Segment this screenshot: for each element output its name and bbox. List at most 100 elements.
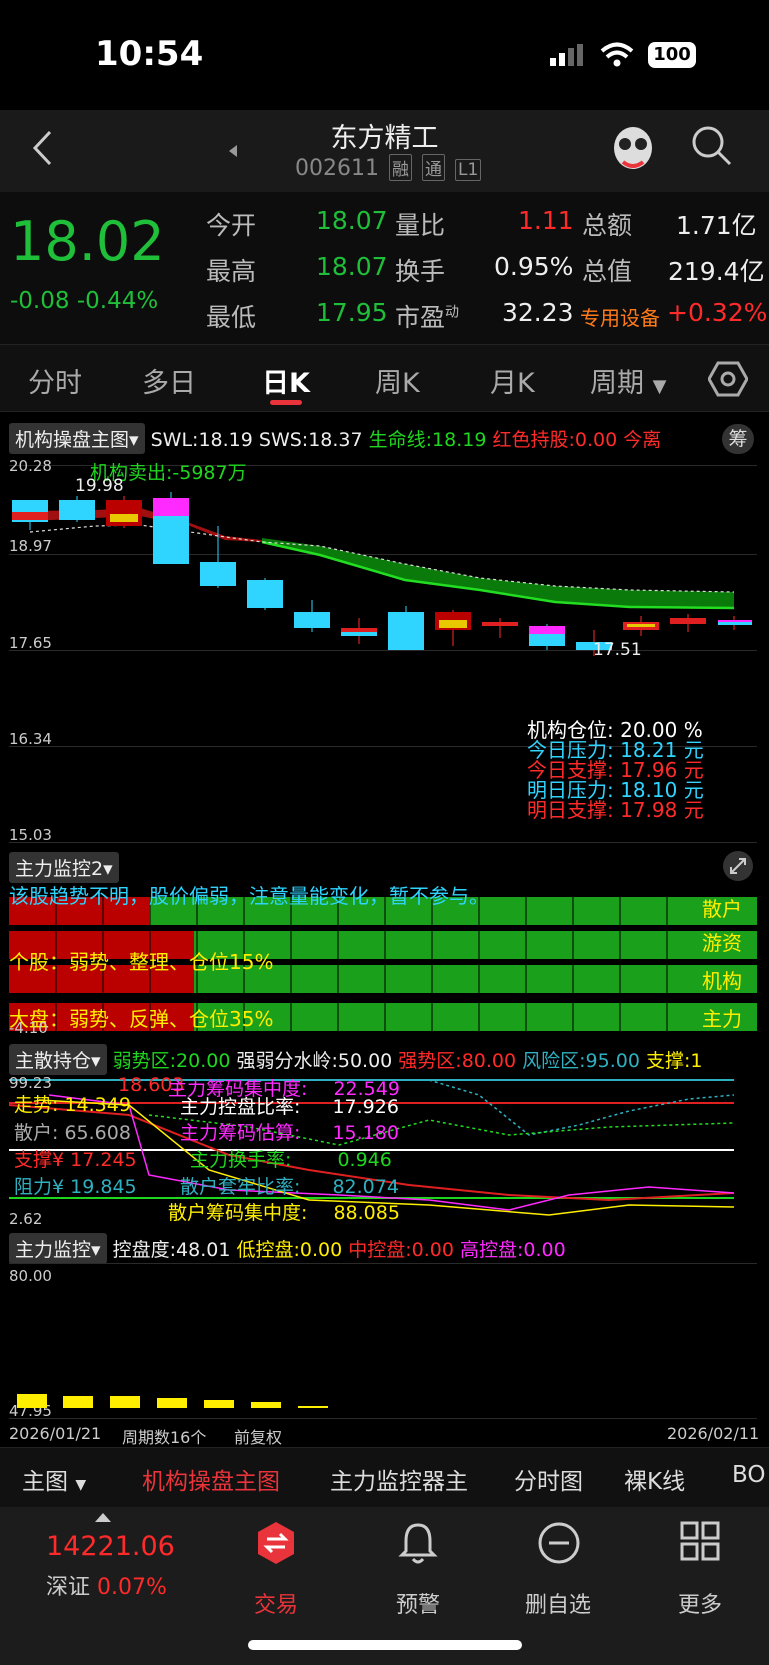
bell-icon[interactable] (398, 1521, 438, 1565)
band-label-institution: 机构 (702, 969, 742, 993)
label-open: 今开 (206, 211, 257, 240)
label-low: 最低 (206, 303, 257, 332)
high-mark: 19.98 (75, 476, 124, 496)
tab-daily-k[interactable]: 日K (262, 361, 310, 400)
monitor2-select[interactable]: 主力监控2▾ (9, 852, 119, 883)
active-tab-indicator (270, 400, 302, 405)
signal-icon (550, 44, 583, 66)
candle (294, 600, 330, 632)
dock-more[interactable]: 更多 (650, 1587, 750, 1619)
trade-icon[interactable] (256, 1521, 296, 1565)
dock-trade[interactable]: 交易 (226, 1587, 326, 1619)
main-turnover: 主力换手率: 0.946 (190, 1149, 392, 1171)
grid-icon[interactable] (680, 1521, 720, 1561)
indicator-bar: 主图 ▼ 机构操盘主图 主力监控器主 分时图 裸K线 BO (0, 1447, 769, 1508)
gridline (9, 842, 757, 843)
indicator-monitor[interactable]: 主力监控器主 (330, 1462, 468, 1496)
price-change: -0.08 -0.44% (10, 288, 159, 314)
divide-line: 强弱分水岭:50.00 (236, 1050, 393, 1072)
candle (482, 618, 518, 638)
battery-icon: 100 (648, 42, 696, 68)
strong-zone: 强势区:80.00 (398, 1050, 517, 1072)
main-chart-select[interactable]: 主图 ▼ (22, 1462, 86, 1496)
candle (59, 496, 95, 522)
sector-change[interactable]: +0.32% (667, 298, 767, 327)
holdings-y-bottom: 2.62 (9, 1210, 43, 1228)
label-pe: 市盈动 (395, 303, 460, 332)
date-end: 2026/02/11 (667, 1424, 760, 1443)
stock-header: 东方精工 002611 融 通 L1 (0, 110, 769, 192)
tab-intraday[interactable]: 分时 (28, 361, 82, 400)
retail-chip-concentration: 散户筹码集中度: 88.085 (168, 1202, 400, 1224)
value-low: 17.95 (316, 298, 388, 327)
value-high: 18.07 (316, 252, 388, 281)
search-icon[interactable] (690, 124, 734, 168)
settings-icon[interactable] (708, 361, 748, 397)
left-retail: 散户: 65.608 (14, 1122, 131, 1144)
band-label-main-force: 主力 (702, 1007, 742, 1031)
indicator-naked-k[interactable]: 裸K线 (624, 1462, 685, 1496)
expand-up-icon[interactable] (94, 1511, 112, 1523)
risk-zone: 风险区:95.00 (522, 1050, 640, 1072)
status-bar: 10:54 100 (0, 0, 769, 110)
stock-code: 002611 (295, 156, 379, 181)
sws-value: SWS:18.37 (258, 429, 363, 451)
chip-distribution-button[interactable]: 筹 (722, 424, 754, 454)
control-bar (17, 1394, 47, 1408)
stock-code-line: 002611 融 通 L1 (295, 154, 482, 181)
monitor-select[interactable]: 主力监控▾ (9, 1233, 107, 1264)
value-vol-ratio: 1.11 (518, 206, 574, 235)
indicator-intraday[interactable]: 分时图 (514, 1462, 583, 1496)
gridline (9, 1263, 757, 1264)
swl-value: SWL:18.19 (150, 429, 253, 451)
green-band (262, 538, 734, 608)
candle (435, 610, 471, 646)
period-tabs: 分时 多日 日K 周K 月K 周期 ▼ (0, 344, 769, 412)
candle (623, 616, 659, 636)
candle (670, 614, 706, 632)
adjust-mode[interactable]: 前复权 (234, 1424, 282, 1448)
left-support: 支撑¥ 17.245 (14, 1149, 137, 1171)
tag-level: L1 (454, 159, 482, 181)
indicator-boll[interactable]: BO (732, 1462, 765, 1488)
chevron-down-icon: ▼ (652, 376, 667, 397)
index-info[interactable]: 深证 0.07% (46, 1569, 167, 1601)
y-label: 16.34 (9, 730, 52, 748)
tag-connect: 通 (421, 154, 445, 181)
remove-watchlist-icon[interactable] (537, 1521, 581, 1565)
low-mark: 17.51 (593, 640, 642, 660)
left-trend: 走势: 14.349 (14, 1094, 131, 1116)
holdings-select[interactable]: 主散持仓▾ (9, 1044, 107, 1075)
tab-monthly-k[interactable]: 月K (490, 361, 535, 400)
label-high: 最高 (206, 257, 257, 286)
index-value[interactable]: 14221.06 (46, 1531, 175, 1562)
date-start: 2026/01/21 (9, 1424, 102, 1443)
monitor-y-top: 80.00 (9, 1267, 52, 1285)
monitor2-y-bottom: -4.10 (9, 1019, 48, 1037)
retail-trapped-ratio: 散户套牢比率: 82.074 (180, 1176, 399, 1198)
trend-text: 该股趋势不明，股价偏弱，注意量能变化，暂不参与。 (9, 884, 489, 908)
tab-weekly-k[interactable]: 周K (375, 361, 420, 400)
main-indicator-select[interactable]: 机构操盘主图▾ (9, 423, 145, 454)
control-bar (204, 1400, 234, 1408)
value-turnover-amount: 1.71亿 (676, 211, 757, 240)
sector-name[interactable]: 专用设备 (580, 302, 660, 331)
dock-remove-watchlist[interactable]: 删自选 (508, 1587, 608, 1619)
tab-multiday[interactable]: 多日 (142, 361, 196, 400)
label-turnover-amount: 总额 (582, 211, 633, 240)
period-count: 周期数16个 (122, 1428, 207, 1447)
holdings-header: 主散持仓▾ 弱势区:20.00 强弱分水岭:50.00 强势区:80.00 风险… (9, 1044, 702, 1075)
tab-period[interactable]: 周期 ▼ (590, 361, 666, 400)
home-indicator (248, 1640, 522, 1650)
quote-panel: 18.02 -0.08 -0.44% 今开 18.07 量比 1.11 总额 1… (0, 192, 769, 344)
indicator-institution[interactable]: 机构操盘主图 (142, 1462, 280, 1496)
mid-control: 中控盘:0.00 (348, 1239, 454, 1261)
dock-alert[interactable]: 预警 (368, 1587, 468, 1619)
candle (341, 618, 377, 644)
control-bars (17, 1394, 328, 1408)
expand-icon[interactable] (722, 850, 754, 882)
control-degree: 控盘度:48.01 (112, 1239, 231, 1261)
today-tail: 今离 (623, 429, 662, 451)
weak-zone: 弱势区:20.00 (112, 1050, 231, 1072)
mascot-icon[interactable] (610, 120, 656, 172)
